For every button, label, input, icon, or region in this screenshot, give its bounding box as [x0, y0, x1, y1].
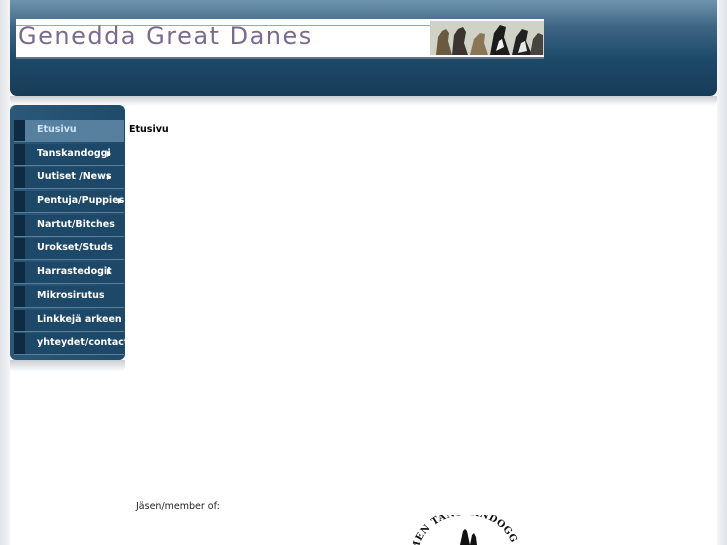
nav-item-label: Nartut/Bitches	[37, 218, 115, 230]
submenu-arrow-icon	[107, 269, 111, 276]
sidebar-shadow	[10, 360, 125, 372]
banner-dogs-photo	[430, 21, 544, 55]
nav-item-tab	[14, 309, 25, 331]
nav-item-tab	[14, 262, 25, 284]
site-banner[interactable]: Genedda Great Danes	[16, 19, 544, 59]
nav-item-label: Pentuja/Puppies	[37, 195, 125, 207]
nav-item-harrastedogit[interactable]: Harrastedogit	[14, 262, 124, 285]
nav-item-label: Urokset/Studs	[37, 242, 113, 254]
nav-item-tab	[14, 143, 25, 165]
nav-item-yhteydet-contact[interactable]: yhteydet/contact	[14, 333, 128, 356]
nav-item-tab	[14, 285, 25, 307]
dogs-silhouette-icon	[430, 21, 544, 55]
nav-item-urokset-studs[interactable]: Urokset/Studs	[14, 238, 124, 261]
nav-item-tab	[14, 214, 25, 236]
nav-item-label: Tanskandoggi	[37, 147, 111, 159]
nav-item-label: Mikrosirutus	[37, 289, 105, 301]
nav-item-mikrosirutus[interactable]: Mikrosirutus	[14, 285, 124, 308]
club-logo[interactable]: MEN TANSKANDOGG	[410, 515, 520, 545]
submenu-arrow-icon	[107, 174, 111, 181]
membership-label: Jäsen/member of:	[136, 501, 220, 512]
page-edge-right	[717, 0, 727, 545]
submenu-arrow-icon	[107, 150, 111, 157]
nav-item-linkkeja-arkeen[interactable]: Linkkejä arkeen	[14, 309, 124, 332]
nav-item-uutiset-news[interactable]: Uutiset /News	[14, 167, 124, 190]
site-title: Genedda Great Danes	[18, 22, 313, 50]
page-title: Etusivu	[129, 124, 169, 135]
nav-item-nartut-bitches[interactable]: Nartut/Bitches	[14, 214, 124, 237]
nav-item-label: yhteydet/contact	[37, 337, 129, 349]
nav-item-label: Harrastedogit	[37, 266, 112, 278]
nav-item-tanskandoggi[interactable]: Tanskandoggi	[14, 143, 124, 166]
nav-item-label: Linkkejä arkeen	[37, 313, 122, 325]
nav-item-pentuja-puppies[interactable]: Pentuja/Puppies	[14, 191, 125, 214]
nav-item-tab	[14, 120, 25, 141]
nav-item-tab	[14, 167, 25, 189]
page-edge-left	[0, 0, 10, 545]
main-nav-menu: Etusivu Tanskandoggi Uutiset /News Pentu…	[14, 120, 128, 357]
nav-item-label: Etusivu	[37, 124, 77, 135]
nav-item-etusivu[interactable]: Etusivu	[14, 120, 124, 142]
nav-item-tab	[14, 191, 25, 213]
club-logo-seal-icon: MEN TANSKANDOGG	[410, 515, 519, 545]
nav-item-tab	[14, 238, 25, 260]
submenu-arrow-icon	[118, 198, 122, 205]
nav-item-tab	[14, 333, 25, 355]
nav-item-label: Uutiset /News	[37, 171, 112, 183]
